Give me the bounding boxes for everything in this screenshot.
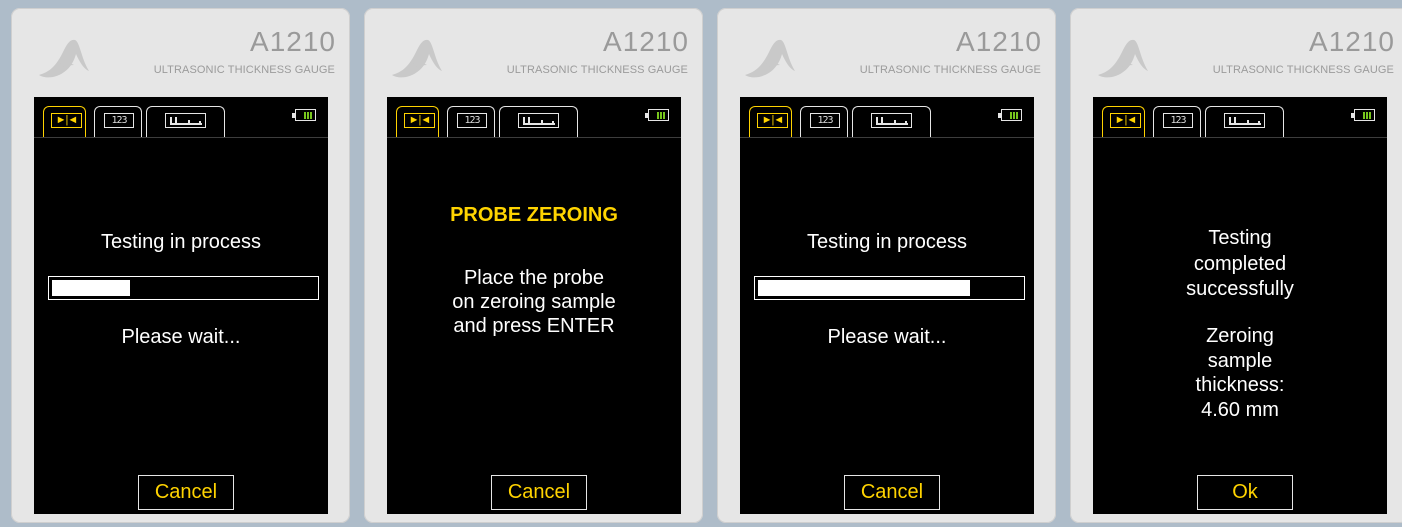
tab-a-scan-mode[interactable] xyxy=(1205,106,1284,137)
acs-logo-icon xyxy=(392,39,442,78)
gauge-panel-1: A1210 ULTRASONIC THICKNESS GAUGE ►|◄ 123… xyxy=(11,8,350,523)
instruction-line: on zeroing sample xyxy=(452,291,616,313)
progress-bar: 30% xyxy=(48,276,319,300)
wait-message: Please wait... xyxy=(121,326,241,348)
battery-level xyxy=(657,112,666,119)
battery-level xyxy=(1010,112,1019,119)
tab-digits-mode[interactable]: 123 xyxy=(94,106,142,137)
a-scan-peak xyxy=(188,120,190,125)
a-scan-peak xyxy=(894,120,896,125)
battery-level xyxy=(1363,112,1372,119)
result-line: thickness: xyxy=(1195,374,1285,396)
screen-title: PROBE ZEROING xyxy=(450,204,618,226)
tab-thickness-mode[interactable]: ►|◄ xyxy=(396,106,439,137)
battery-icon xyxy=(998,109,1022,121)
completion-line: Testing xyxy=(1208,227,1272,249)
model-name: A1210 xyxy=(250,26,336,57)
tab-divider xyxy=(387,137,681,138)
status-message: Testing in process xyxy=(806,231,968,253)
tab-digits-mode[interactable]: 123 xyxy=(800,106,848,137)
acs-logo-icon xyxy=(39,39,89,78)
cancel-button[interactable]: Cancel xyxy=(491,475,587,510)
a-scan-peak xyxy=(1258,121,1260,125)
tab-digits-mode[interactable]: 123 xyxy=(1153,106,1201,137)
a-scan-peak xyxy=(175,117,177,125)
device-screen: ►|◄ 123 Testing in process 80% Please wa… xyxy=(740,97,1034,514)
cancel-button[interactable]: Cancel xyxy=(138,475,234,510)
gauge-panel-2: A1210 ULTRASONIC THICKNESS GAUGE ►|◄ 123… xyxy=(364,8,703,523)
result-line: Zeroing xyxy=(1206,325,1274,347)
a-scan-mode-icon xyxy=(871,113,912,128)
device-subtitle: ULTRASONIC THICKNESS GAUGE xyxy=(1212,64,1394,76)
gauge-panel-3: A1210 ULTRASONIC THICKNESS GAUGE ►|◄ 123… xyxy=(717,8,1056,523)
digits-mode-icon: 123 xyxy=(1163,113,1193,128)
completion-message: Testing completed successfully xyxy=(1093,226,1387,303)
digits-mode-icon: 123 xyxy=(457,113,487,128)
a-scan-peak xyxy=(199,121,201,125)
model-name: A1210 xyxy=(1309,26,1395,57)
model-name: A1210 xyxy=(603,26,689,57)
a-scan-mode-icon xyxy=(1224,113,1265,128)
a-scan-mode-icon xyxy=(165,113,206,128)
progress-bar: 80% xyxy=(754,276,1025,300)
device-subtitle: ULTRASONIC THICKNESS GAUGE xyxy=(859,64,1041,76)
tab-thickness-mode[interactable]: ►|◄ xyxy=(749,106,792,137)
digits-mode-icon: 123 xyxy=(810,113,840,128)
battery-icon xyxy=(645,109,669,121)
tab-a-scan-mode[interactable] xyxy=(499,106,578,137)
tab-divider xyxy=(740,137,1034,138)
device-screen: ►|◄ 123 Testing in process 30% Please wa… xyxy=(34,97,328,514)
instruction-line: and press ENTER xyxy=(453,315,615,337)
progress-label: 80% xyxy=(869,276,910,298)
battery-icon xyxy=(292,109,316,121)
a-scan-peak xyxy=(552,121,554,125)
tab-a-scan-mode[interactable] xyxy=(146,106,225,137)
battery-icon xyxy=(1351,109,1375,121)
thickness-value: 4.60 mm xyxy=(1201,398,1279,421)
progress-label: 30% xyxy=(163,276,204,298)
model-name: A1210 xyxy=(956,26,1042,57)
completion-line: completed xyxy=(1193,252,1287,275)
digits-mode-icon: 123 xyxy=(104,113,134,128)
tab-a-scan-mode[interactable] xyxy=(852,106,931,137)
tab-thickness-mode[interactable]: ►|◄ xyxy=(1102,106,1145,137)
thickness-mode-icon: ►|◄ xyxy=(404,113,435,128)
instruction-line: Place the probe xyxy=(463,267,605,289)
tab-divider xyxy=(34,137,328,138)
status-message: Testing in process xyxy=(100,231,262,253)
thickness-mode-icon: ►|◄ xyxy=(1110,113,1141,128)
a-scan-peak xyxy=(541,120,543,125)
a-scan-peak xyxy=(905,121,907,125)
device-subtitle: ULTRASONIC THICKNESS GAUGE xyxy=(153,64,335,76)
tab-thickness-mode[interactable]: ►|◄ xyxy=(43,106,86,137)
a-scan-peak xyxy=(1247,120,1249,125)
device-screen: ►|◄ 123 Testing completed successfully Z… xyxy=(1093,97,1387,514)
device-screen: ►|◄ 123 PROBE ZEROING Place the probe on… xyxy=(387,97,681,514)
instruction-text: Place the probe on zeroing sample and pr… xyxy=(387,266,681,338)
tab-divider xyxy=(1093,137,1387,138)
a-scan-peak xyxy=(1234,117,1236,125)
battery-level xyxy=(304,112,313,119)
gauge-panel-4: A1210 ULTRASONIC THICKNESS GAUGE ►|◄ 123… xyxy=(1070,8,1402,523)
completion-line: successfully xyxy=(1186,278,1294,300)
thickness-mode-icon: ►|◄ xyxy=(51,113,82,128)
ok-button[interactable]: Ok xyxy=(1197,475,1293,510)
result-line: sample xyxy=(1207,349,1273,372)
cancel-button[interactable]: Cancel xyxy=(844,475,940,510)
acs-logo-icon xyxy=(745,39,795,78)
wait-message: Please wait... xyxy=(827,326,947,348)
tab-digits-mode[interactable]: 123 xyxy=(447,106,495,137)
device-subtitle: ULTRASONIC THICKNESS GAUGE xyxy=(506,64,688,76)
a-scan-mode-icon xyxy=(518,113,559,128)
a-scan-peak xyxy=(881,117,883,125)
thickness-mode-icon: ►|◄ xyxy=(757,113,788,128)
acs-logo-icon xyxy=(1098,39,1148,78)
zeroing-result: Zeroing sample thickness: 4.60 mm xyxy=(1093,324,1387,422)
a-scan-peak xyxy=(528,117,530,125)
